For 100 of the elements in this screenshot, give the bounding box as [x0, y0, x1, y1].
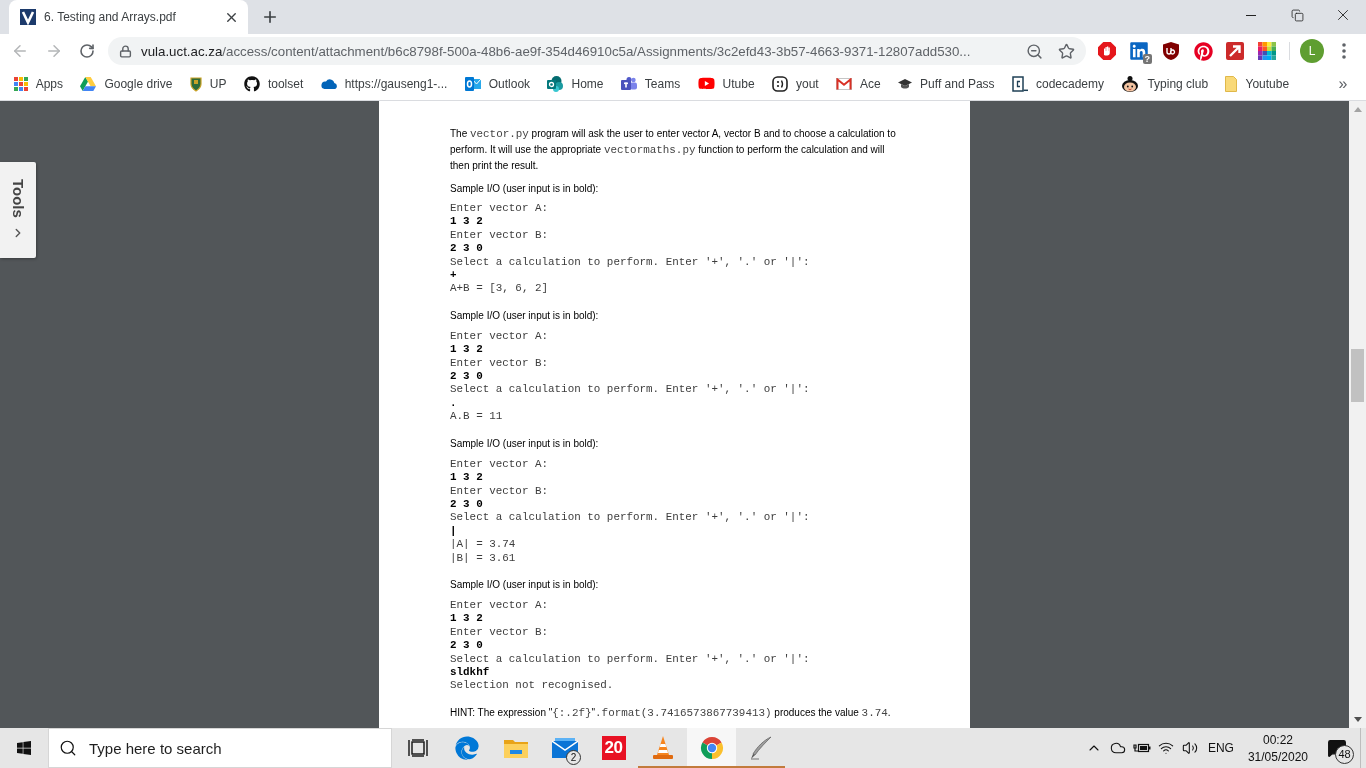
mortarboard-icon: [898, 78, 913, 89]
user-input-line: 1 3 2: [450, 471, 483, 485]
stop-hand-icon: [1098, 42, 1116, 60]
console-output-line: Select a calculation to perform. Enter '+', '.' or '|':: [450, 652, 810, 666]
scroll-down-icon[interactable]: [1353, 717, 1362, 722]
bookmark-item[interactable]: codecademy: [1003, 69, 1113, 98]
taskbar-app-button[interactable]: [687, 728, 736, 768]
user-input-line: +: [450, 269, 457, 283]
speaker-icon[interactable]: [1181, 740, 1198, 756]
user-input-line: 2 3 0: [450, 242, 483, 256]
address-url: vula.uct.ac.za/access/content/attachment/b6c8798f-500a-48b6-ae9f-354d46910c5a/Assignments/3c2efd43-3b57-4663-9371-12807add530...: [141, 43, 972, 59]
bookmark-item[interactable]: Google drive: [71, 69, 182, 98]
console-output-line: Select a calculation to perform. Enter '+', '.' or '|':: [450, 383, 810, 397]
user-input-line: |: [450, 524, 457, 539]
task-view-icon: [407, 739, 428, 757]
hint-text: HINT: The expression "{:.2f}".format(3.7416573867739413) produces the value 3.74.: [450, 706, 892, 722]
battery-plug-icon[interactable]: [1132, 742, 1151, 754]
search-icon: [59, 739, 77, 757]
console-output-line: Enter vector B:: [450, 356, 549, 371]
extension-button[interactable]: ?: [1123, 37, 1155, 65]
sample-heading: Sample I/O (user input is in bold):: [450, 578, 599, 593]
envelope-icon: [836, 77, 853, 90]
bookmarks-overflow-button[interactable]: »: [1327, 69, 1359, 98]
intro-paragraph: The vector.py program will ask the user to enter vector A, vector B and to choose a calculation to perform. It will use the appropriate vectormaths.py function to perform the calculation and will then print the result.: [450, 126, 897, 173]
user-input-line: 1 3 2: [450, 343, 483, 357]
bookmark-item[interactable]: Home: [538, 69, 613, 98]
chrome-icon: [699, 736, 724, 760]
unread-count-badge: 2: [566, 750, 581, 765]
browser-tab[interactable]: 6. Testing and Arrays.pdf: [9, 0, 248, 34]
bookmark-item[interactable]: Typing club: [1112, 69, 1217, 98]
console-output-line: |A| = 3.74: [450, 538, 516, 552]
bookmark-item[interactable]: Utube: [688, 69, 764, 98]
arrow-tile-icon: [1226, 42, 1244, 60]
user-input-line: 2 3 0: [450, 639, 483, 653]
console-output-line: A+B = [3, 6, 2]: [450, 282, 549, 296]
edge-icon: [454, 736, 479, 760]
console-output-line: Select a calculation to perform. Enter '+', '.' or '|':: [450, 255, 810, 270]
extension-badge: ?: [1142, 54, 1152, 64]
pen-icon: [748, 736, 773, 760]
lock-icon: [119, 44, 132, 58]
bookmark-item[interactable]: Puff and Pass: [889, 69, 1004, 98]
star-icon: [1057, 42, 1075, 60]
taskbar-search-field[interactable]: Type here to search: [48, 728, 392, 768]
console-output-line: Enter vector A:: [450, 598, 549, 613]
console-output-line: A.B = 11: [450, 410, 503, 424]
bookmark-item[interactable]: toolset: [235, 69, 312, 98]
bookmark-item[interactable]: Apps: [5, 69, 72, 98]
cloud-icon: [320, 78, 337, 89]
square-cursor-icon: [1012, 75, 1028, 92]
youtube-icon: [697, 75, 715, 92]
bookmark-item[interactable]: Youtube: [1216, 69, 1298, 98]
console-output-line: Enter vector B:: [450, 228, 549, 243]
console-output-line: |B| = 3.61: [450, 551, 516, 565]
scrollbar-thumb[interactable]: [1351, 349, 1364, 402]
language-indicator[interactable]: ENG: [1201, 741, 1242, 755]
linkedin-icon: [1129, 41, 1149, 61]
bookmark-item[interactable]: yout: [763, 69, 828, 98]
zoom-out-icon: [1025, 42, 1043, 60]
restore-icon: [1290, 8, 1304, 22]
reload-icon: [79, 43, 95, 59]
people-tile-icon: [620, 76, 637, 91]
minimize-icon: [1246, 14, 1256, 16]
console-output-line: Enter vector A:: [450, 457, 549, 472]
bookmark-item[interactable]: https://gauseng1-...: [311, 69, 457, 98]
user-input-line: 1 3 2: [450, 215, 483, 229]
color-grid-icon: [1258, 42, 1276, 60]
envelope-tile-icon: [464, 76, 481, 91]
taskbar-app-button[interactable]: 20: [589, 728, 638, 768]
bookmark-item[interactable]: UP: [181, 69, 236, 98]
notifications-button[interactable]: 48: [1314, 728, 1360, 768]
console-output-line: Select a calculation to perform. Enter '+', '.' or '|':: [450, 511, 810, 525]
sample-heading: Sample I/O (user input is in bold):: [450, 437, 599, 452]
drive-triangle-icon: [80, 76, 97, 91]
v-logo-icon: [20, 9, 36, 25]
user-input-line: 2 3 0: [450, 370, 483, 384]
tools-panel-tab[interactable]: Tools: [0, 162, 36, 258]
traffic-cone-icon: [651, 736, 674, 760]
address-bar[interactable]: vula.uct.ac.za/access/content/attachment/b6c8798f-500a-48b6-ae9f-354d46910c5a/Assignments/3c2efd43-3b57-4663-9371-12807add530...: [108, 37, 1086, 65]
cloud-icon[interactable]: [1109, 740, 1126, 756]
console-output-line: Enter vector B:: [450, 484, 549, 498]
cartoon-face-icon: [1121, 75, 1140, 92]
plus-icon: [261, 8, 279, 26]
taskbar-app-button[interactable]: 2: [540, 728, 589, 768]
file-icon: [1225, 75, 1238, 92]
console-output-line: Selection not recognised.: [450, 679, 614, 693]
bookmark-item[interactable]: Ace: [827, 69, 890, 98]
circles-tile-icon: [547, 75, 564, 92]
folder-icon: [503, 738, 528, 758]
user-input-line: 2 3 0: [450, 497, 483, 512]
wifi-icon[interactable]: [1157, 740, 1174, 756]
sample-heading: Sample I/O (user input is in bold):: [450, 309, 599, 324]
user-input-line: sldkhf: [450, 665, 490, 680]
console-output-line: Enter vector A:: [450, 329, 549, 344]
clock[interactable]: 00:22 31/05/2020: [1241, 732, 1314, 764]
bookmark-item[interactable]: Teams: [612, 69, 689, 98]
shield-icon: [1163, 42, 1179, 60]
menu-icon: [1342, 43, 1346, 59]
user-input-line: 1 3 2: [450, 612, 483, 626]
bookmark-item[interactable]: Outlook: [456, 69, 539, 98]
notification-count: 48: [1335, 745, 1354, 764]
